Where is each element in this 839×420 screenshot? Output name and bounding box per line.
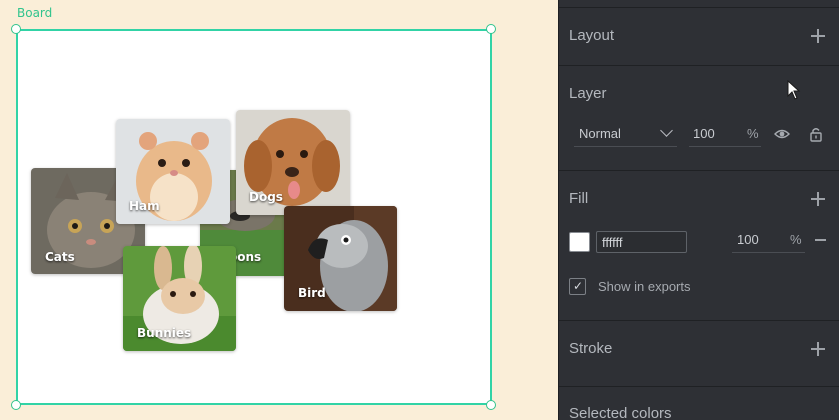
add-stroke-plus-icon[interactable]: [811, 342, 825, 356]
stroke-section-title: Stroke: [569, 340, 613, 357]
fill-opacity-value: 100: [737, 232, 759, 247]
divider: [559, 65, 839, 66]
photo-caption: Ham: [129, 199, 160, 213]
layer-opacity-value: 100: [693, 126, 715, 141]
layout-section-title: Layout: [569, 27, 615, 44]
resize-handle-bottom-right[interactable]: [486, 400, 496, 410]
fill-color-swatch[interactable]: [569, 232, 590, 252]
fill-hex-input[interactable]: ffffff: [596, 231, 687, 253]
percent-unit: %: [790, 232, 802, 247]
photo-caption: Bunnies: [137, 326, 192, 340]
photo-card-bird[interactable]: Bird: [284, 206, 397, 311]
board-name-label[interactable]: Board: [17, 6, 52, 20]
fill-opacity-input[interactable]: 100 %: [732, 228, 805, 253]
chevron-down-icon: [660, 124, 673, 137]
mouse-pointer-icon: [787, 80, 801, 100]
divider: [559, 170, 839, 171]
remove-fill-minus-icon[interactable]: [815, 239, 826, 241]
photo-caption: Bird: [298, 286, 326, 300]
resize-handle-top-left[interactable]: [11, 24, 21, 34]
show-in-exports-label: Show in exports: [598, 279, 691, 294]
eye-icon[interactable]: [774, 126, 790, 142]
show-in-exports-checkbox[interactable]: ✓: [569, 278, 586, 295]
add-layout-plus-icon[interactable]: [811, 29, 825, 43]
divider: [559, 7, 839, 8]
fill-hex-value: ffffff: [602, 235, 623, 250]
design-properties-panel: Layout Layer Normal 100 % Fill ffffff 10…: [558, 0, 839, 420]
lock-icon[interactable]: [808, 126, 824, 142]
blend-mode-value: Normal: [579, 126, 621, 141]
photo-card-dogs[interactable]: Dogs: [236, 110, 350, 215]
photo-caption: Cats: [45, 250, 75, 264]
add-fill-plus-icon[interactable]: [811, 192, 825, 206]
blend-mode-select[interactable]: Normal: [574, 122, 677, 147]
photo-caption: Dogs: [249, 190, 283, 204]
percent-unit: %: [747, 126, 759, 141]
selected-colors-section-title: Selected colors: [569, 405, 672, 420]
photo-card-hamster[interactable]: Ham: [116, 119, 230, 224]
layer-opacity-input[interactable]: 100 %: [689, 122, 761, 147]
resize-handle-bottom-left[interactable]: [11, 400, 21, 410]
layer-section-title: Layer: [569, 85, 607, 102]
fill-section-title: Fill: [569, 190, 589, 207]
divider: [559, 320, 839, 321]
resize-handle-top-right[interactable]: [486, 24, 496, 34]
divider: [559, 386, 839, 387]
design-canvas[interactable]: Board oons Cats Ham Dogs Bunnies Bird: [0, 0, 558, 420]
photo-card-bunnies[interactable]: Bunnies: [123, 246, 236, 351]
check-icon: ✓: [573, 279, 584, 293]
